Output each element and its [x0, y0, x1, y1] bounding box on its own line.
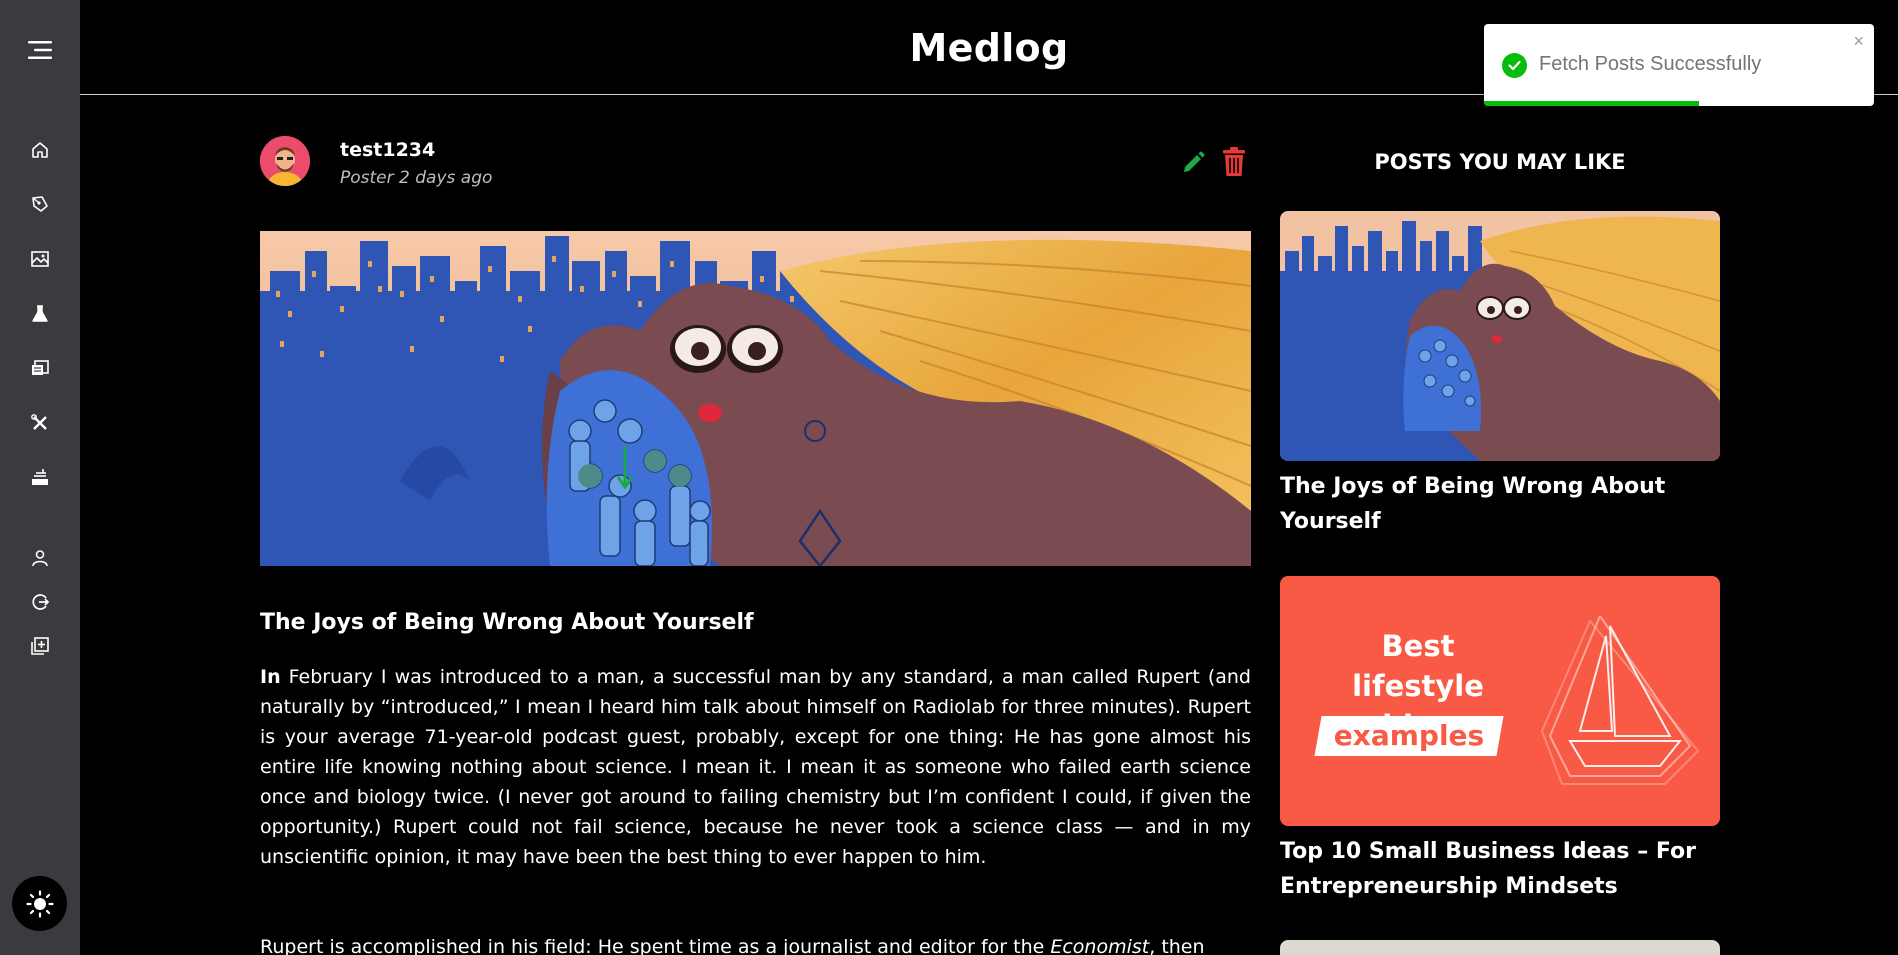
trash-icon	[1223, 147, 1245, 176]
hamburger-menu-icon[interactable]	[26, 36, 54, 64]
card-image-line-3: examples	[1333, 719, 1485, 752]
sailboat-icon	[1540, 616, 1700, 785]
toast-notification[interactable]: Fetch Posts Successfully ×	[1484, 24, 1874, 106]
check-circle-icon	[1502, 53, 1527, 78]
suggested-post-image[interactable]	[1280, 211, 1720, 461]
post-body-lead: In	[260, 666, 281, 688]
suggested-post-card[interactable]: Best lifestyle blog examples Top 10 Smal…	[1280, 576, 1720, 904]
sidebar	[0, 0, 80, 955]
image-icon[interactable]	[28, 247, 52, 271]
tools-icon[interactable]	[28, 411, 52, 435]
food-icon[interactable]	[28, 466, 52, 490]
flask-icon[interactable]	[28, 302, 52, 326]
card-image-line-1: Best	[1381, 629, 1455, 663]
pen-nib-icon[interactable]	[28, 192, 52, 216]
suggested-post-card-partial[interactable]	[1280, 940, 1720, 955]
post-body: In February I was introduced to a man, a…	[260, 662, 1251, 872]
toast-progress-bar	[1484, 101, 1699, 106]
avatar[interactable]	[260, 136, 310, 186]
post-meta: Poster 2 days ago	[340, 168, 493, 188]
suggested-post-title[interactable]: The Joys of Being Wrong About Yourself	[1280, 469, 1720, 539]
edit-button[interactable]	[1180, 150, 1206, 176]
user-icon[interactable]	[28, 546, 52, 570]
post-body-2-italic: Economist	[1050, 936, 1150, 955]
post-title: The Joys of Being Wrong About Yourself	[260, 610, 754, 635]
post-body-text: February I was introduced to a man, a su…	[260, 666, 1251, 868]
delete-button[interactable]	[1220, 146, 1248, 178]
post-hero-image	[260, 231, 1251, 566]
add-post-icon[interactable]	[28, 634, 52, 658]
toast-message: Fetch Posts Successfully	[1539, 53, 1762, 75]
post-body-2-tail: , then	[1149, 936, 1205, 955]
home-icon[interactable]	[28, 138, 52, 162]
posts-you-may-like-heading: POSTS YOU MAY LIKE	[1374, 150, 1626, 174]
logout-icon[interactable]	[28, 590, 52, 614]
close-icon[interactable]: ×	[1853, 32, 1864, 50]
pencil-icon	[1184, 151, 1205, 172]
newspaper-icon[interactable]	[28, 356, 52, 380]
sun-icon	[25, 889, 54, 918]
suggested-post-image[interactable]: Best lifestyle blog examples	[1280, 576, 1720, 826]
post-body-2-text: Rupert is accomplished in his field: He …	[260, 936, 1051, 955]
suggested-post-card[interactable]: The Joys of Being Wrong About Yourself	[1280, 211, 1720, 539]
author-name[interactable]: test1234	[340, 139, 435, 161]
theme-toggle-button[interactable]	[12, 876, 67, 931]
post-body-paragraph-2: Rupert is accomplished in his field: He …	[260, 932, 1251, 955]
suggested-post-title[interactable]: Top 10 Small Business Ideas – For Entrep…	[1280, 834, 1720, 904]
